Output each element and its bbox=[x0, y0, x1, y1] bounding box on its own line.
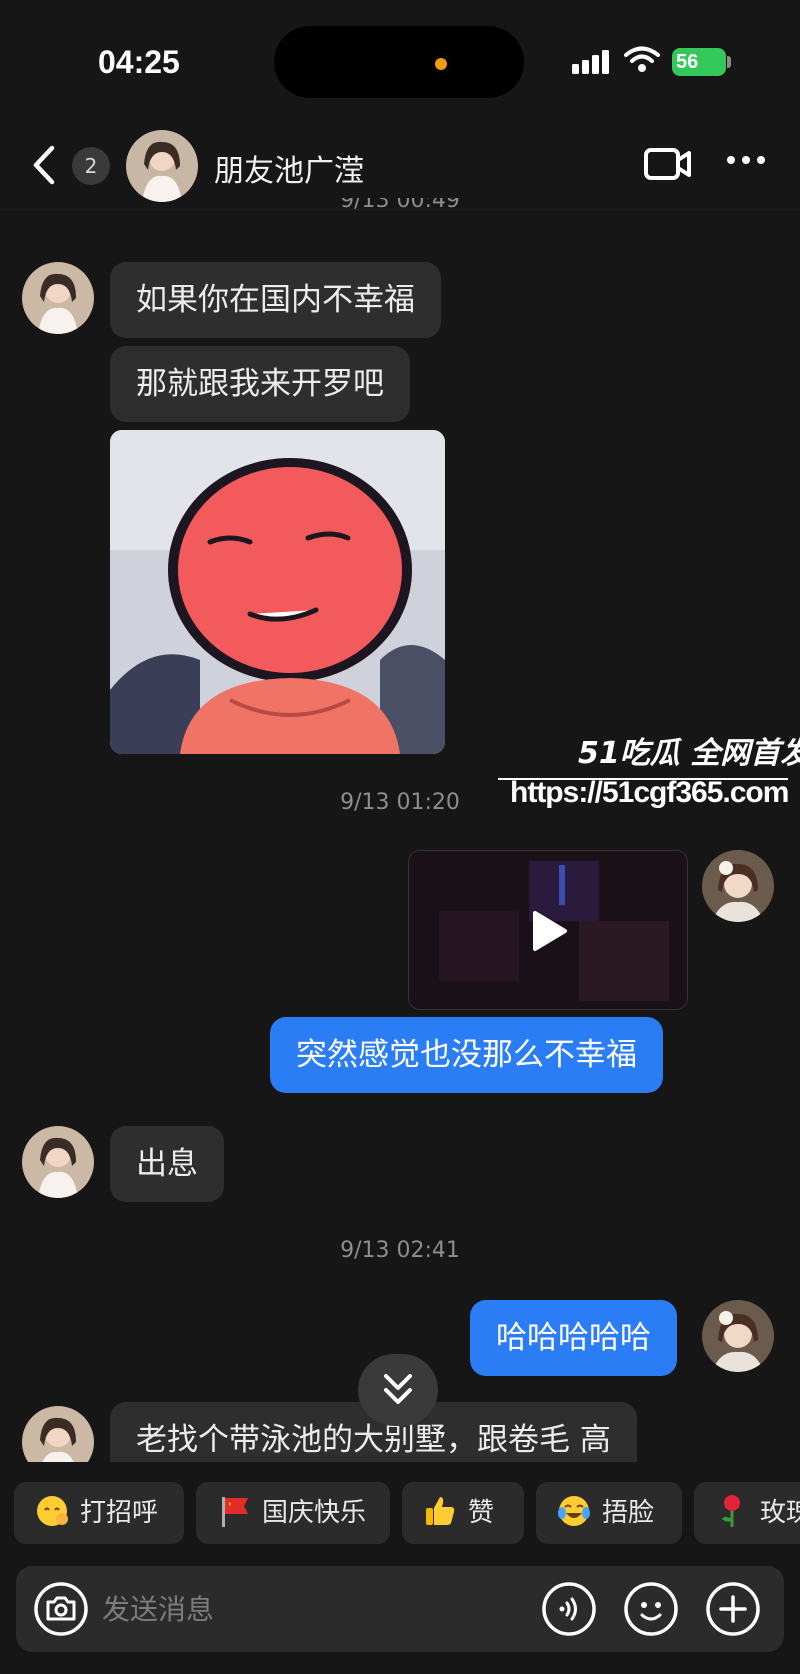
quick-reply-label: 打招呼 bbox=[80, 1498, 159, 1528]
timestamp: 9/13 01:20 bbox=[340, 790, 460, 815]
unread-count-badge[interactable]: 2 bbox=[72, 147, 110, 185]
contact-name[interactable]: 朋友池广滢 bbox=[214, 146, 364, 190]
quick-reply-label: 捂脸 bbox=[602, 1498, 655, 1528]
red-flag-icon bbox=[222, 1496, 248, 1527]
timestamp-text: 9/13 00:49 bbox=[340, 198, 460, 213]
battery-level: 56 bbox=[676, 51, 699, 73]
message-bubble-incoming[interactable]: 如果你在国内不幸福 bbox=[110, 262, 441, 338]
message-composer bbox=[16, 1566, 784, 1652]
recording-indicator-icon bbox=[435, 58, 447, 70]
wave-emoji-icon bbox=[37, 1495, 68, 1526]
message-bubble-incoming[interactable]: 出息 bbox=[110, 1126, 224, 1202]
laugh-cry-icon bbox=[558, 1495, 590, 1526]
quick-reply-chip[interactable]: 捂脸 bbox=[536, 1482, 682, 1544]
contact-avatar[interactable] bbox=[126, 130, 198, 202]
battery-indicator: 56 bbox=[672, 48, 726, 76]
emoji-icon[interactable] bbox=[624, 1582, 678, 1636]
quick-reply-label: 赞 bbox=[468, 1498, 495, 1528]
message-input[interactable] bbox=[102, 1584, 462, 1634]
scroll-to-bottom-button[interactable] bbox=[358, 1354, 438, 1426]
message-bubble-outgoing[interactable]: 哈哈哈哈哈 bbox=[470, 1300, 677, 1376]
timestamp: 9/13 00:49 bbox=[0, 198, 800, 222]
quick-reply-bar: 打招呼 国庆快乐 赞 捂脸 玫瑰 bbox=[0, 1482, 800, 1546]
rose-icon bbox=[722, 1494, 740, 1527]
my-avatar[interactable] bbox=[702, 1300, 774, 1372]
add-icon[interactable] bbox=[706, 1582, 760, 1636]
play-icon[interactable] bbox=[529, 909, 569, 953]
more-options-icon[interactable] bbox=[726, 154, 766, 166]
back-icon[interactable] bbox=[28, 142, 64, 188]
camera-icon[interactable] bbox=[34, 1582, 88, 1636]
quick-reply-chip[interactable]: 打招呼 bbox=[14, 1482, 184, 1544]
thumbs-up-icon bbox=[426, 1496, 455, 1525]
quick-reply-label: 国庆快乐 bbox=[262, 1498, 367, 1528]
quick-reply-label: 玫瑰 bbox=[760, 1498, 800, 1528]
my-avatar[interactable] bbox=[702, 850, 774, 922]
contact-message-avatar[interactable] bbox=[22, 1126, 94, 1198]
contact-message-avatar[interactable] bbox=[22, 262, 94, 334]
chat-header: 2 朋友池广滢 bbox=[0, 120, 800, 210]
cellular-signal-icon bbox=[572, 50, 609, 74]
timestamp: 9/13 02:41 bbox=[340, 1238, 460, 1263]
status-time: 04:25 bbox=[98, 44, 180, 80]
quick-reply-chip[interactable]: 赞 bbox=[402, 1482, 524, 1544]
dynamic-island bbox=[274, 26, 524, 98]
double-chevron-down-icon bbox=[384, 1374, 412, 1404]
message-bubble-incoming[interactable]: 那就跟我来开罗吧 bbox=[110, 346, 410, 422]
voice-message-icon[interactable] bbox=[542, 1582, 596, 1636]
contact-message-avatar[interactable] bbox=[22, 1406, 94, 1462]
battery-nub bbox=[727, 56, 731, 68]
message-bubble-outgoing[interactable]: 突然感觉也没那么不幸福 bbox=[270, 1017, 663, 1093]
quick-reply-chip[interactable]: 玫瑰 bbox=[694, 1482, 800, 1544]
watermark-title: 51吃瓜 全网首发 bbox=[578, 736, 800, 771]
wifi-icon bbox=[624, 46, 660, 72]
red-face-sticker[interactable] bbox=[110, 430, 445, 754]
video-call-icon[interactable] bbox=[644, 146, 692, 182]
quick-reply-chip[interactable]: 国庆快乐 bbox=[196, 1482, 390, 1544]
video-message[interactable] bbox=[408, 850, 688, 1010]
